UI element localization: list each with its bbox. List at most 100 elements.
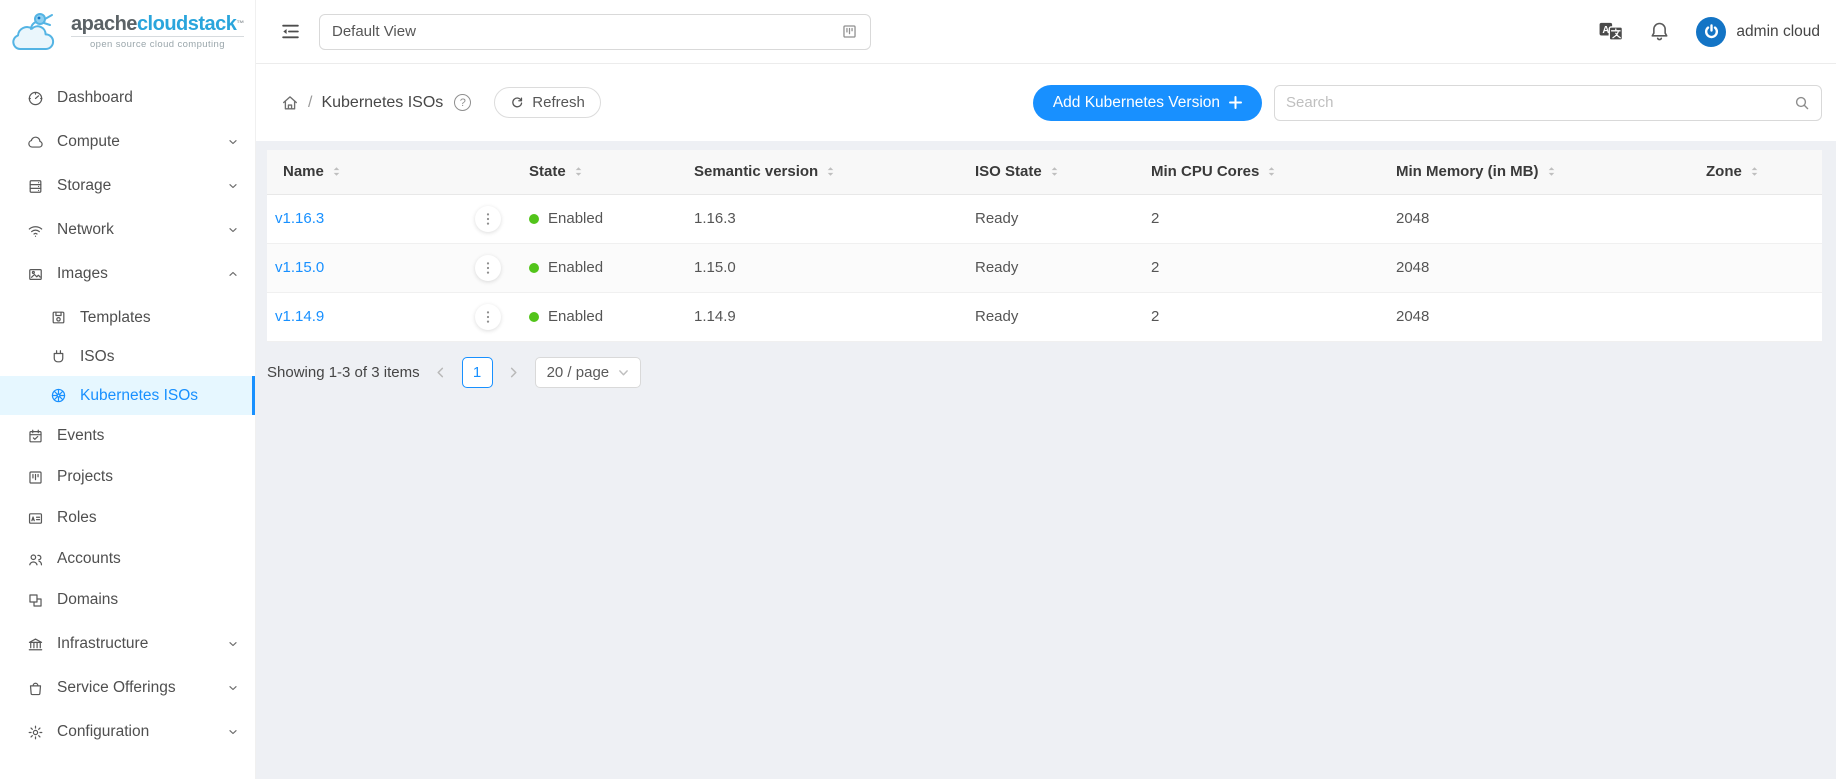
translate-button[interactable]: A — [1599, 21, 1623, 42]
sidebar: apachecloudstack™ open source cloud comp… — [0, 0, 256, 779]
more-actions-button[interactable] — [475, 255, 501, 281]
project-view-value: Default View — [332, 23, 416, 40]
sidebar-item-projects[interactable]: Projects — [0, 457, 255, 497]
column-header-semantic-version[interactable]: Semantic version — [678, 150, 959, 194]
sidebar-item-accounts[interactable]: Accounts — [0, 539, 255, 579]
min-cpu-value: 2 — [1135, 194, 1380, 243]
column-header-name[interactable]: Name — [267, 150, 513, 194]
sidebar-item-service-offerings[interactable]: Service Offerings — [0, 668, 255, 708]
min-memory-value: 2048 — [1380, 243, 1690, 292]
status-dot-enabled — [529, 312, 539, 322]
topbar-actions: A admin cloud — [1599, 17, 1820, 47]
shopping-bag-icon — [27, 680, 44, 697]
column-header-state[interactable]: State — [513, 150, 678, 194]
refresh-button[interactable]: Refresh — [494, 87, 601, 118]
gear-icon — [27, 724, 44, 741]
ellipsis-vertical-icon — [481, 212, 495, 226]
iso-state-value: Ready — [959, 194, 1135, 243]
help-icon[interactable]: ? — [454, 94, 471, 111]
min-memory-value: 2048 — [1380, 292, 1690, 341]
block-icon — [27, 592, 44, 609]
page-size-value: 20 / page — [547, 364, 610, 381]
page-title: Kubernetes ISOs — [321, 94, 443, 112]
zone-value — [1690, 194, 1822, 243]
sidebar-item-kubernetes-isos[interactable]: Kubernetes ISOs — [0, 376, 255, 415]
column-header-zone[interactable]: Zone — [1690, 150, 1822, 194]
translate-icon: A — [1599, 21, 1623, 42]
version-link[interactable]: v1.14.9 — [275, 308, 324, 325]
sidebar-item-infrastructure[interactable]: Infrastructure — [0, 624, 255, 664]
page-header-actions: Add Kubernetes Version — [1033, 85, 1822, 121]
sidebar-item-compute[interactable]: Compute — [0, 122, 255, 162]
brand-cloudstack: cloudstack — [137, 13, 236, 35]
chevron-right-icon — [508, 367, 519, 378]
search-icon[interactable] — [1794, 95, 1810, 111]
chevron-down-icon — [227, 681, 239, 698]
column-header-min-memory[interactable]: Min Memory (in MB) — [1380, 150, 1690, 194]
column-header-iso-state[interactable]: ISO State — [959, 150, 1135, 194]
refresh-label: Refresh — [532, 94, 585, 111]
sidebar-item-roles[interactable]: Roles — [0, 498, 255, 538]
chevron-left-icon — [435, 367, 446, 378]
sidebar-item-configuration[interactable]: Configuration — [0, 712, 255, 752]
project-view-select[interactable]: Default View — [319, 14, 871, 50]
sort-icon — [1749, 164, 1760, 179]
column-header-min-cpu[interactable]: Min CPU Cores — [1135, 150, 1380, 194]
state-value: Enabled — [548, 259, 603, 276]
sidebar-item-images[interactable]: Images — [0, 254, 255, 294]
pagination: Showing 1-3 of 3 items 1 20 / page — [267, 357, 1822, 388]
version-link[interactable]: v1.16.3 — [275, 210, 324, 227]
svg-text:A: A — [1603, 25, 1610, 36]
state-value: Enabled — [548, 210, 603, 227]
page-number-button[interactable]: 1 — [462, 357, 493, 388]
table-row: v1.16.3 Enabled 1.16.3 Ready 2 2048 — [267, 194, 1822, 243]
breadcrumb: / Kubernetes ISOs ? Refresh — [281, 87, 601, 118]
reload-icon — [510, 96, 524, 110]
status-dot-enabled — [529, 263, 539, 273]
menu-fold-icon — [281, 22, 300, 41]
page-size-select[interactable]: 20 / page — [535, 357, 642, 388]
sidebar-item-dashboard[interactable]: Dashboard — [0, 78, 255, 118]
picture-icon — [27, 266, 44, 283]
sidebar-item-network[interactable]: Network — [0, 210, 255, 250]
brand-apache: apache — [71, 13, 137, 35]
notifications-button[interactable] — [1649, 21, 1670, 42]
team-icon — [27, 551, 44, 568]
table-header-row: Name State Semantic version ISO State Mi… — [267, 150, 1822, 194]
sidebar-item-isos[interactable]: ISOs — [0, 337, 255, 376]
bell-icon — [1649, 21, 1670, 42]
home-icon[interactable] — [281, 94, 299, 112]
sidebar-item-domains[interactable]: Domains — [0, 580, 255, 620]
cloud-icon — [27, 134, 44, 151]
more-actions-button[interactable] — [475, 304, 501, 330]
sidebar-menu: Dashboard Compute Storage Network Images — [0, 64, 255, 752]
semantic-version-value: 1.14.9 — [678, 292, 959, 341]
ellipsis-vertical-icon — [481, 261, 495, 275]
previous-page-button[interactable] — [429, 357, 453, 387]
plus-icon — [1229, 96, 1242, 109]
next-page-button[interactable] — [502, 357, 526, 387]
sidebar-item-events[interactable]: Events — [0, 416, 255, 456]
brand-text: apachecloudstack™ open source cloud comp… — [71, 14, 244, 50]
min-cpu-value: 2 — [1135, 243, 1380, 292]
more-actions-button[interactable] — [475, 206, 501, 232]
kubernetes-isos-table: Name State Semantic version ISO State Mi… — [267, 150, 1822, 342]
user-menu[interactable]: admin cloud — [1696, 17, 1820, 47]
app-root: apachecloudstack™ open source cloud comp… — [0, 0, 1836, 779]
brand-logo[interactable]: apachecloudstack™ open source cloud comp… — [0, 0, 255, 64]
version-link[interactable]: v1.15.0 — [275, 259, 324, 276]
chevron-down-icon — [227, 179, 239, 196]
sidebar-collapse-button[interactable] — [281, 21, 303, 43]
sidebar-item-storage[interactable]: Storage — [0, 166, 255, 206]
sort-icon — [1049, 164, 1060, 179]
caret-down-icon — [618, 367, 629, 378]
sidebar-item-templates[interactable]: Templates — [0, 298, 255, 337]
usb-icon — [50, 348, 67, 365]
cloudmonkey-logo-icon — [10, 9, 62, 55]
pagination-summary: Showing 1-3 of 3 items — [267, 364, 420, 381]
add-button-label: Add Kubernetes Version — [1053, 94, 1220, 112]
user-avatar — [1696, 17, 1726, 47]
search-input[interactable] — [1286, 94, 1794, 111]
dashboard-icon — [27, 90, 44, 107]
add-kubernetes-version-button[interactable]: Add Kubernetes Version — [1033, 85, 1262, 121]
